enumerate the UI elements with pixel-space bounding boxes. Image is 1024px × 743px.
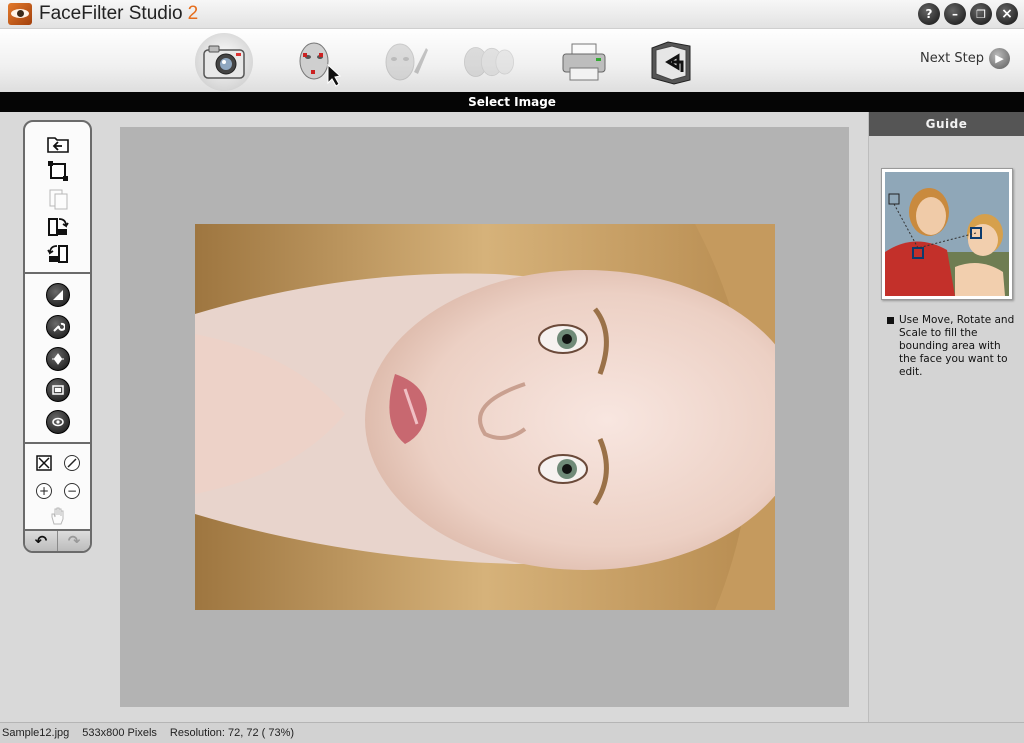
section-title: Select Image	[468, 95, 556, 109]
fit-to-window-button[interactable]	[31, 450, 57, 476]
zoom-out-icon: −	[64, 483, 80, 499]
level-icon	[46, 347, 70, 371]
app-version: 2	[187, 3, 199, 24]
step-select-image-button[interactable]	[195, 33, 253, 91]
help-button[interactable]: ?	[918, 3, 940, 25]
status-bar: Sample12.jpg 533x800 Pixels Resolution: …	[0, 722, 1024, 743]
color-balance-icon	[46, 378, 70, 402]
tool-divider	[25, 272, 90, 274]
face-locate-icon	[299, 42, 342, 87]
zoom-in-button[interactable]: +	[31, 478, 57, 504]
app-eye-logo-icon	[8, 3, 32, 25]
guide-example-image	[881, 168, 1013, 300]
step-morph-faces-button[interactable]	[458, 33, 516, 91]
reset-view-button[interactable]	[59, 450, 85, 476]
rotate-right-button[interactable]	[45, 214, 71, 240]
crop-rotate-button[interactable]	[45, 158, 71, 184]
open-image-button[interactable]	[45, 130, 71, 156]
guide-panel: Guide Use Move, Rotate and Scale to fill…	[868, 112, 1024, 722]
reset-icon	[64, 455, 80, 471]
zoom-out-button[interactable]: −	[59, 478, 85, 504]
step-toolbar: Next Step ▶	[0, 28, 1024, 92]
portrait-image	[195, 224, 775, 610]
rotate-left-button[interactable]	[45, 241, 71, 267]
hand-pan-icon	[51, 507, 64, 525]
step-print-button[interactable]	[555, 33, 613, 91]
bullet-icon	[887, 317, 894, 324]
step-export-button[interactable]	[642, 33, 700, 91]
status-resolution: Resolution: 72, 72 ( 73%)	[169, 727, 295, 739]
brightness-icon	[46, 283, 70, 307]
zoom-in-icon: +	[36, 483, 52, 499]
guide-instruction-text: Use Move, Rotate and Scale to fill the b…	[899, 314, 1015, 378]
guide-instructions: Use Move, Rotate and Scale to fill the b…	[887, 314, 1017, 379]
undo-redo-bar: ↶ ↷	[25, 529, 90, 551]
tool-panel: + − ↶ ↷	[23, 120, 92, 553]
step-locate-face-button[interactable]	[288, 33, 346, 91]
paste-button[interactable]	[45, 186, 71, 212]
red-eye-icon	[46, 410, 70, 434]
color-balance-button[interactable]	[45, 377, 71, 403]
tool-divider	[25, 442, 90, 444]
title-bar: FaceFilter Studio 2 ? – ❐ ×	[0, 0, 1024, 28]
crop-rotate-icon	[48, 161, 68, 181]
wrench-icon	[46, 315, 70, 339]
next-step-label: Next Step	[919, 51, 984, 66]
redo-button[interactable]: ↷	[57, 531, 90, 551]
step-edit-face-button[interactable]	[375, 33, 433, 91]
status-dimensions: 533x800 Pixels	[82, 727, 157, 739]
restore-button[interactable]: ❐	[970, 3, 992, 25]
minimize-button[interactable]: –	[944, 3, 966, 25]
camera-icon	[203, 45, 245, 79]
guide-title: Guide	[925, 117, 968, 131]
open-image-icon	[47, 137, 69, 153]
rotate-right-icon	[48, 218, 69, 236]
brightness-button[interactable]	[45, 282, 71, 308]
fit-to-window-icon	[36, 455, 52, 471]
undo-button[interactable]: ↶	[25, 531, 57, 551]
guide-header: Guide	[869, 112, 1024, 136]
status-filename: Sample12.jpg	[2, 727, 70, 739]
window-controls: ? – ❐ ×	[918, 3, 1018, 25]
close-button[interactable]: ×	[996, 3, 1018, 25]
face-edit-icon	[385, 43, 428, 81]
face-morph-icon	[464, 47, 514, 77]
rotate-left-icon	[47, 245, 68, 263]
loaded-photo[interactable]	[195, 224, 775, 610]
image-canvas[interactable]	[120, 127, 849, 707]
section-title-bar: Select Image	[0, 92, 1024, 112]
adjust-settings-button[interactable]	[45, 314, 71, 340]
hand-pan-button[interactable]	[45, 503, 71, 529]
red-eye-button[interactable]	[45, 409, 71, 435]
app-title: FaceFilter Studio	[39, 3, 183, 24]
printer-icon	[562, 43, 606, 81]
guide-illustration	[885, 172, 1009, 296]
level-button[interactable]	[45, 346, 71, 372]
arrow-right-icon: ▶	[989, 48, 1010, 69]
folder-export-icon	[651, 41, 691, 85]
paste-icon	[49, 189, 68, 210]
next-step-button[interactable]: Next Step ▶	[920, 48, 1010, 69]
